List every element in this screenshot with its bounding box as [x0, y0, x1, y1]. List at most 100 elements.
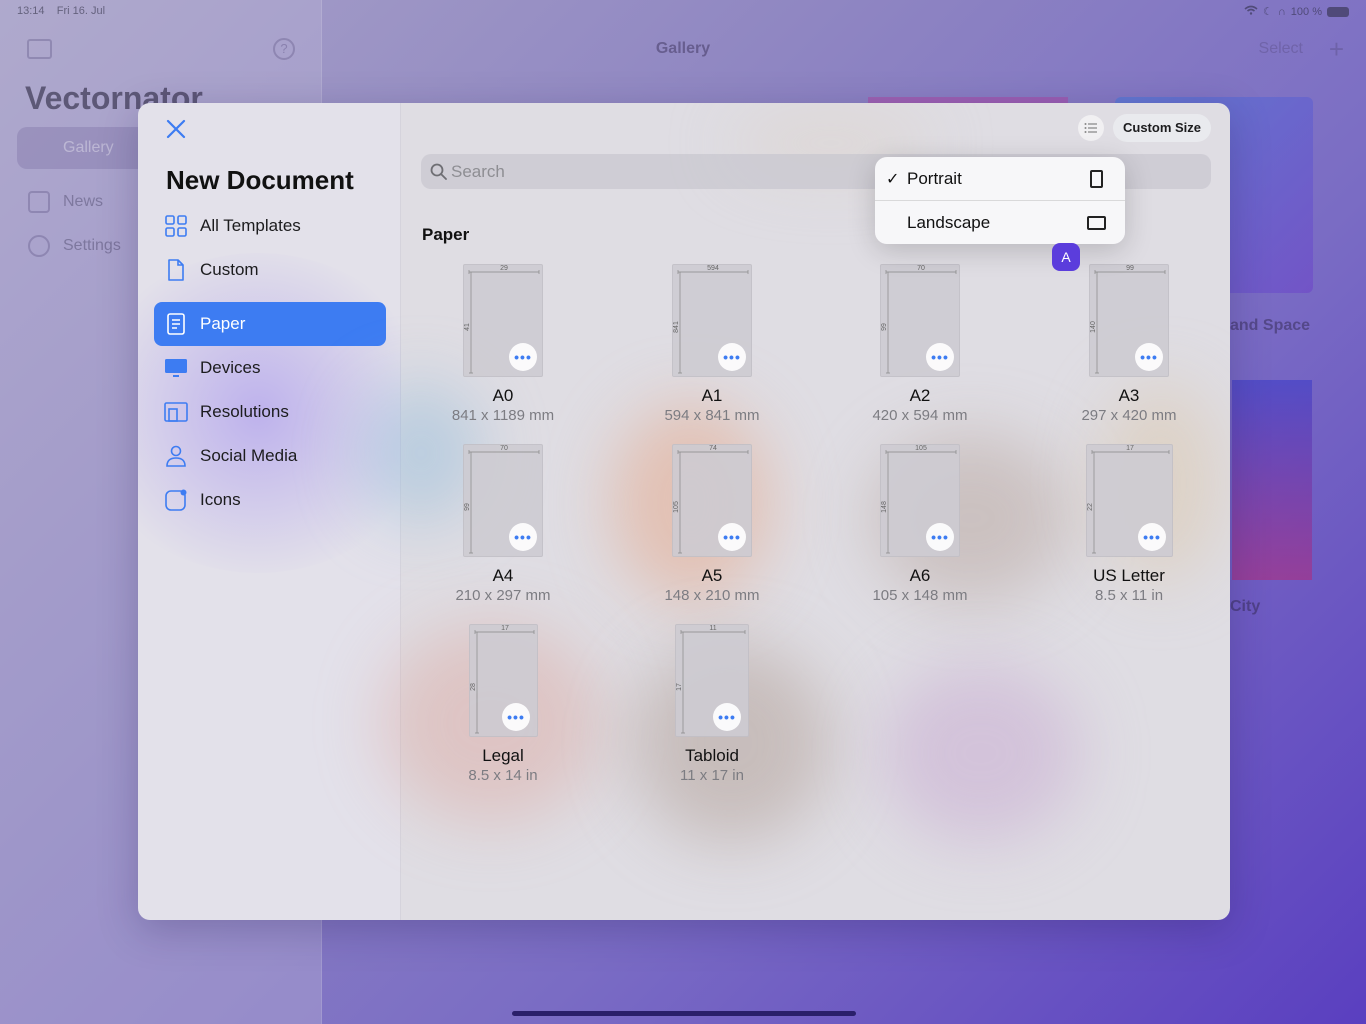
template-card-legal[interactable]: 17 28 ••• Legal 8.5 x 14 in [418, 624, 588, 804]
sidebar-item-label: Resolutions [200, 402, 289, 421]
template-card-a3[interactable]: 99 140 ••• A3 297 x 420 mm [1044, 264, 1214, 444]
home-indicator[interactable] [512, 1011, 856, 1016]
background-sidebar-item-settings: Settings [63, 237, 121, 254]
checkmark-icon: ✓ [886, 171, 900, 188]
ellipsis-icon: ••• [514, 529, 532, 545]
more-options-button[interactable]: ••• [926, 343, 954, 371]
template-name: A1 [701, 386, 723, 405]
status-date: Fri 16. Jul [56, 5, 106, 17]
status-bar: 13:14 Fri 16. Jul ☾ ∩ 100 % [17, 5, 1349, 21]
template-thumbnail: 594 841 ••• [672, 264, 752, 377]
height-dimension: 99 [464, 503, 471, 511]
template-name: Tabloid [685, 746, 739, 765]
headphones-icon: ∩ [1277, 5, 1286, 18]
width-dimension: 105 [915, 445, 927, 452]
gear-icon [28, 235, 50, 257]
avatar: A [1052, 243, 1080, 271]
news-icon [28, 191, 50, 213]
height-dimension: 17 [676, 683, 683, 691]
template-card-us-letter[interactable]: 17 22 ••• US Letter 8.5 x 11 in [1044, 444, 1214, 624]
sidebar-item-devices[interactable]: Devices [154, 346, 386, 390]
paper-icon [167, 313, 185, 335]
template-thumbnail: 17 28 ••• [469, 624, 538, 737]
orientation-option-portrait[interactable]: ✓ Portrait [875, 157, 1125, 200]
list-view-button[interactable] [1078, 115, 1104, 141]
app-icon [165, 489, 187, 511]
template-name: A6 [909, 566, 931, 585]
battery-icon [1327, 6, 1349, 17]
template-thumbnail: 70 99 ••• [880, 264, 960, 377]
more-options-button[interactable]: ••• [502, 703, 530, 731]
template-name: A0 [492, 386, 514, 405]
sidebar-item-label: Paper [200, 314, 246, 333]
document-icon [168, 259, 184, 281]
battery-percent: 100 % [1290, 5, 1322, 18]
custom-size-button[interactable]: Custom Size [1113, 114, 1212, 142]
template-card-tabloid[interactable]: 11 17 ••• Tabloid 11 x 17 in [627, 624, 797, 804]
sidebar-item-resolutions[interactable]: Resolutions [154, 390, 386, 434]
orientation-option-landscape[interactable]: Landscape [875, 201, 1125, 244]
template-card-a1[interactable]: 594 841 ••• A1 594 x 841 mm [627, 264, 797, 444]
sidebar-item-label: All Templates [200, 216, 301, 235]
more-options-button[interactable]: ••• [509, 343, 537, 371]
orientation-label: Portrait [907, 169, 962, 188]
width-dimension: 70 [917, 265, 925, 272]
width-dimension: 11 [709, 625, 716, 632]
monitor-icon [165, 359, 187, 377]
modal-sidebar: New Document All Templates Custom Paper [138, 103, 438, 920]
template-size: 210 x 297 mm [455, 587, 551, 604]
height-dimension: 841 [673, 321, 680, 333]
ellipsis-icon: ••• [723, 349, 741, 365]
person-icon [166, 445, 186, 467]
more-options-button[interactable]: ••• [718, 343, 746, 371]
sidebar-item-custom[interactable]: Custom [154, 248, 386, 292]
width-dimension: 17 [501, 625, 509, 632]
template-size: 841 x 1189 mm [451, 407, 555, 424]
ellipsis-icon: ••• [723, 529, 741, 545]
sidebar-item-label: Devices [200, 358, 261, 377]
template-size: 105 x 148 mm [872, 587, 968, 604]
ellipsis-icon: ••• [507, 709, 525, 725]
width-dimension: 70 [500, 445, 508, 452]
template-name: A2 [909, 386, 931, 405]
ellipsis-icon: ••• [718, 709, 736, 725]
sidebar-item-icons[interactable]: Icons [154, 478, 386, 522]
height-dimension: 105 [673, 501, 680, 513]
sidebar-item-label: Icons [200, 490, 241, 509]
close-button[interactable] [164, 117, 188, 141]
template-name: A5 [701, 566, 723, 585]
background-sidebar-item-news: News [63, 193, 104, 210]
more-options-button[interactable]: ••• [713, 703, 741, 731]
background-card-label: and Space [1230, 317, 1311, 334]
sidebar-item-label: Social Media [200, 446, 298, 465]
width-dimension: 29 [500, 265, 508, 272]
list-icon [1084, 123, 1097, 133]
template-card-a6[interactable]: 105 148 ••• A6 105 x 148 mm [835, 444, 1005, 624]
sidebar-item-paper[interactable]: Paper [154, 302, 386, 346]
more-options-button[interactable]: ••• [1135, 343, 1163, 371]
template-size: 8.5 x 11 in [1094, 587, 1164, 604]
width-dimension: 99 [1126, 265, 1134, 272]
more-options-button[interactable]: ••• [1138, 523, 1166, 551]
height-dimension: 148 [881, 501, 888, 513]
template-card-a5[interactable]: 74 105 ••• A5 148 x 210 mm [627, 444, 797, 624]
width-dimension: 594 [707, 265, 719, 272]
grid-icon [165, 215, 187, 237]
template-card-a4[interactable]: 70 99 ••• A4 210 x 297 mm [418, 444, 588, 624]
template-card-a0[interactable]: 29 41 ••• A0 841 x 1189 mm [418, 264, 588, 444]
more-options-button[interactable]: ••• [509, 523, 537, 551]
more-options-button[interactable]: ••• [718, 523, 746, 551]
more-options-button[interactable]: ••• [926, 523, 954, 551]
search-input[interactable] [451, 161, 851, 182]
sidebar-item-all-templates[interactable]: All Templates [154, 204, 386, 248]
height-dimension: 99 [881, 323, 888, 331]
template-card-a2[interactable]: 70 99 ••• A2 420 x 594 mm [835, 264, 1005, 444]
sidebar-item-social-media[interactable]: Social Media [154, 434, 386, 478]
background-select-button: Select [1258, 40, 1303, 57]
orientation-menu: ✓ Portrait Landscape [875, 157, 1125, 244]
height-dimension: 28 [470, 683, 477, 691]
height-dimension: 140 [1090, 321, 1097, 333]
template-thumbnail: 70 99 ••• [463, 444, 543, 557]
background-artwork [1232, 380, 1312, 580]
height-dimension: 41 [464, 323, 471, 331]
